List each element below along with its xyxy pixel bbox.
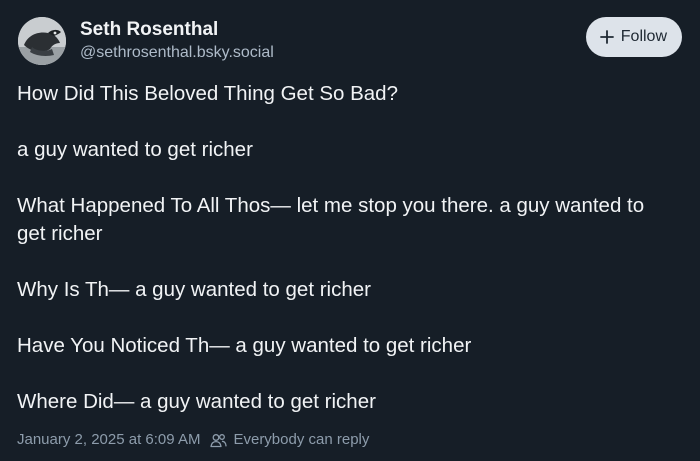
post-timestamp[interactable]: January 2, 2025 at 6:09 AM bbox=[17, 429, 200, 451]
follow-button-label: Follow bbox=[620, 28, 667, 45]
post-paragraph: Have You Noticed Th— a guy wanted to get… bbox=[17, 334, 472, 357]
post-text: How Did This Beloved Thing Get So Bad? a… bbox=[17, 80, 657, 444]
avatar[interactable] bbox=[18, 17, 66, 65]
reply-setting-label: Everybody can reply bbox=[233, 431, 370, 448]
author-display-name[interactable]: Seth Rosenthal bbox=[80, 18, 274, 42]
post-card: Seth Rosenthal @sethrosenthal.bsky.socia… bbox=[0, 0, 700, 461]
post-paragraph: How Did This Beloved Thing Get So Bad? bbox=[17, 82, 398, 105]
post-paragraph: Where Did— a guy wanted to get richer bbox=[17, 390, 376, 413]
plus-icon bbox=[599, 29, 615, 45]
post-paragraph: What Happened To All Thos— let me stop y… bbox=[17, 194, 645, 245]
avatar-bird-photo-icon bbox=[18, 17, 66, 65]
post-paragraph: Why Is Th— a guy wanted to get richer bbox=[17, 278, 371, 301]
author-handle[interactable]: @sethrosenthal.bsky.social bbox=[80, 42, 274, 64]
author-block: Seth Rosenthal @sethrosenthal.bsky.socia… bbox=[80, 18, 274, 64]
post-paragraph: a guy wanted to get richer bbox=[17, 138, 253, 161]
follow-button[interactable]: Follow bbox=[585, 17, 682, 57]
post-meta: January 2, 2025 at 6:09 AM Everybody can… bbox=[17, 429, 369, 451]
people-icon bbox=[210, 433, 228, 448]
reply-setting: Everybody can reply bbox=[210, 429, 369, 451]
